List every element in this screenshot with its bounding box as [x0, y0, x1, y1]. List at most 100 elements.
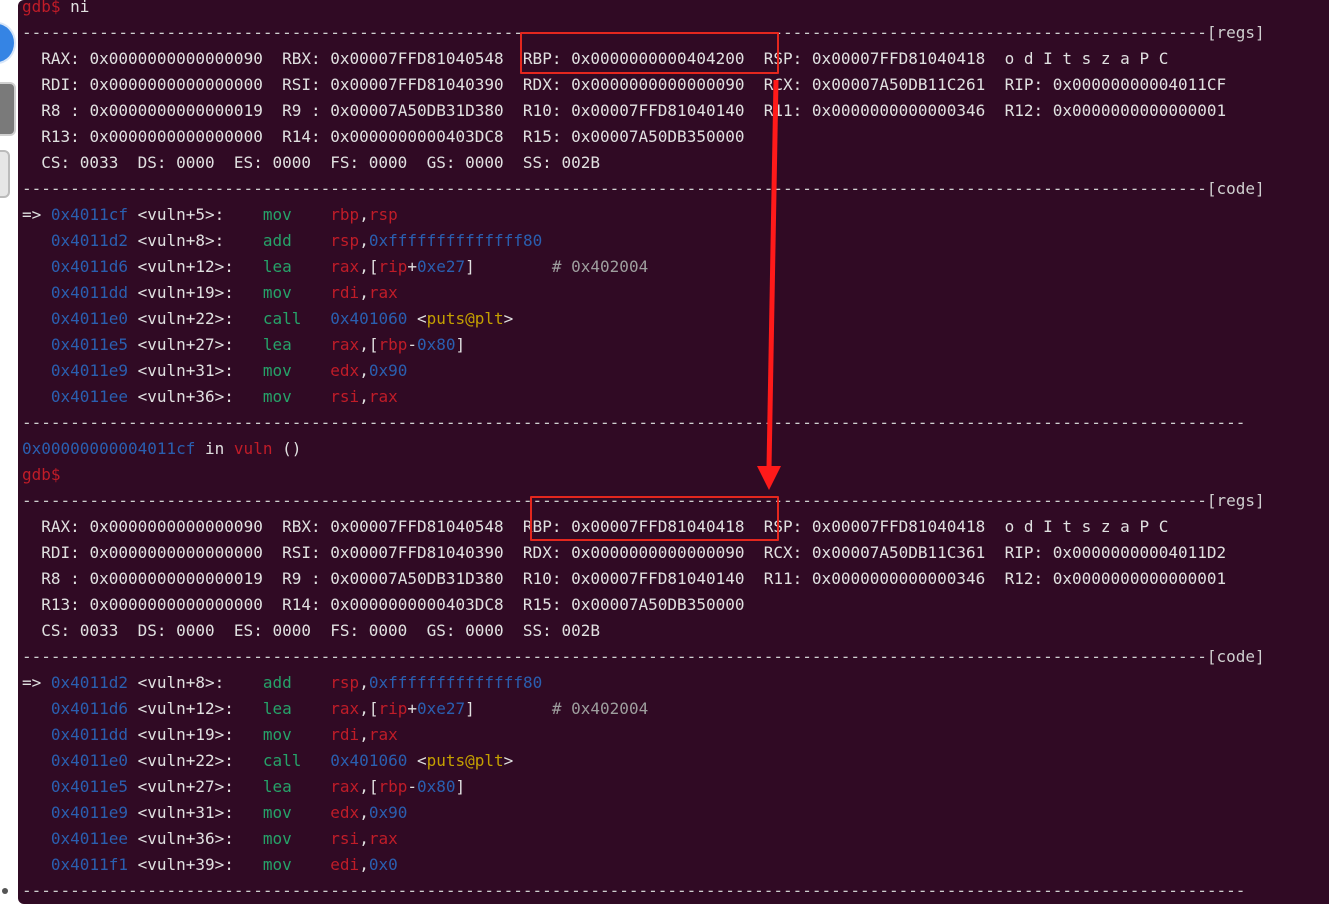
- app-launcher-icon[interactable]: [0, 22, 16, 64]
- register-name: R9 :: [282, 101, 321, 120]
- plain-separator: ----------------------------------------…: [22, 878, 1245, 904]
- register-name: RIP:: [1004, 543, 1044, 562]
- instruction-mnemonic: mov: [262, 361, 292, 380]
- instruction-symbol: <vuln+36>:: [137, 829, 234, 848]
- code-line: 0x4011e0 <vuln+22>: call 0x401060 <puts@…: [22, 306, 513, 332]
- instruction-operand: rax: [368, 829, 398, 848]
- code-line: 0x4011d2 <vuln+8>: add rsp,0xfffffffffff…: [22, 228, 542, 254]
- dock-app-icon[interactable]: [0, 150, 10, 198]
- instruction-address: 0x4011f1: [50, 855, 128, 874]
- register-value: 0x00007FFD81040140: [571, 101, 745, 120]
- register-name: RDX:: [522, 75, 562, 94]
- command-text: ni: [70, 0, 90, 16]
- current-instruction-marker: [22, 751, 41, 770]
- instruction-symbol: <vuln+36>:: [137, 387, 234, 406]
- app-dock: [0, 0, 18, 904]
- instruction-operand: rsp: [330, 231, 360, 250]
- instruction-operand: ,: [359, 361, 369, 380]
- separator-line: ----------------------------------------…: [22, 179, 1265, 198]
- rbp-highlight-before: [520, 32, 779, 74]
- register-row: R8 : 0x0000000000000019 R9 : 0x00007A50D…: [22, 566, 1226, 592]
- register-value: 0x00007A50DB350000: [571, 127, 745, 146]
- code-line: 0x4011e0 <vuln+22>: call 0x401060 <puts@…: [22, 748, 513, 774]
- instruction-address: 0x4011e9: [50, 803, 128, 822]
- instruction-operand: ,: [359, 725, 369, 744]
- register-name: R15:: [522, 595, 562, 614]
- register-value: 0x0000000000000090: [571, 75, 745, 94]
- separator-line: ----------------------------------------…: [22, 413, 1246, 432]
- instruction-operand: ]: [455, 335, 466, 354]
- register-name: RDX:: [522, 543, 562, 562]
- instruction-operand: rdi: [330, 283, 360, 302]
- register-value: 0x0000000000000090: [571, 543, 745, 562]
- current-instruction-marker: =>: [22, 205, 42, 224]
- instruction-symbol: <vuln+22>:: [137, 309, 234, 328]
- register-value: 0x0000000000000001: [1052, 569, 1227, 588]
- instruction-operand: ,[: [359, 335, 379, 354]
- code-separator: ----------------------------------------…: [22, 644, 1265, 670]
- instruction-symbol: <vuln+31>:: [137, 361, 234, 380]
- location-in: in: [195, 439, 234, 458]
- register-name: R10:: [522, 569, 562, 588]
- current-instruction-marker: [22, 257, 41, 276]
- register-name: RBX:: [282, 517, 321, 536]
- instruction-symbol: <vuln+8>:: [137, 673, 225, 692]
- cpu-flags: o d I t s z a P C: [1004, 49, 1169, 68]
- register-name: RDI:: [41, 75, 80, 94]
- register-value: 0x0000000000000090: [89, 49, 263, 68]
- instruction-mnemonic: mov: [262, 803, 292, 822]
- instruction-address: 0x4011ee: [50, 387, 128, 406]
- instruction-address: 0x4011dd: [50, 725, 128, 744]
- code-line: 0x4011e5 <vuln+27>: lea rax,[rbp-0x80]: [22, 774, 465, 800]
- current-instruction-marker: [22, 231, 41, 250]
- instruction-operand: ]: [455, 777, 466, 796]
- instruction-mnemonic: mov: [262, 829, 292, 848]
- instruction-operand: -: [407, 777, 417, 796]
- instruction-address: 0x4011d6: [50, 257, 128, 276]
- instruction-operand: ,: [359, 673, 369, 692]
- instruction-address: 0x4011e9: [50, 361, 128, 380]
- register-row: RDI: 0x0000000000000000 RSI: 0x00007FFD8…: [22, 72, 1226, 98]
- register-name: RCX:: [763, 75, 803, 94]
- current-instruction-marker: [22, 699, 41, 718]
- instruction-operand: rax: [330, 335, 360, 354]
- instruction-operand: puts@plt: [426, 309, 504, 328]
- register-name: R14:: [282, 127, 321, 146]
- code-line: 0x4011e5 <vuln+27>: lea rax,[rbp-0x80]: [22, 332, 465, 358]
- code-line: 0x4011e9 <vuln+31>: mov edx,0x90: [22, 358, 407, 384]
- location-line: 0x00000000004011cf in vuln (): [22, 436, 301, 462]
- instruction-operand: ,[: [359, 699, 379, 718]
- register-name: R11:: [763, 569, 803, 588]
- instruction-address: 0x4011e5: [50, 335, 128, 354]
- instruction-operand: ,: [359, 205, 369, 224]
- instruction-operand: <: [407, 309, 427, 328]
- instruction-mnemonic: mov: [262, 205, 292, 224]
- instruction-mnemonic: call: [262, 309, 302, 328]
- register-value: 0x0000000000403DC8: [330, 127, 504, 146]
- instruction-operand: rax: [368, 725, 398, 744]
- register-value: 0x00007FFD81040390: [330, 543, 504, 562]
- register-name: R15:: [522, 127, 562, 146]
- instruction-operand: 0x0: [368, 855, 398, 874]
- register-value: 0x00007A50DB31D380: [330, 101, 504, 120]
- register-value: 0x0000000000000000: [89, 595, 263, 614]
- register-value: 0x00000000004011CF: [1052, 75, 1227, 94]
- instruction-symbol: <vuln+22>:: [137, 751, 234, 770]
- instruction-operand: ]: [465, 257, 475, 276]
- register-value: 0x00000000004011D2: [1052, 543, 1227, 562]
- register-value: 0x00007A50DB11C261: [811, 75, 986, 94]
- register-name: R10:: [522, 101, 562, 120]
- register-name: R12:: [1004, 569, 1044, 588]
- current-instruction-marker: [22, 855, 41, 874]
- instruction-mnemonic: add: [262, 231, 292, 250]
- location-address: 0x00000000004011cf: [22, 439, 196, 458]
- instruction-operand: rax: [330, 777, 360, 796]
- register-name: R9 :: [282, 569, 321, 588]
- register-name: R8 :: [41, 101, 80, 120]
- dock-app-icon[interactable]: [0, 82, 16, 136]
- prompt-line: gdb$: [22, 462, 61, 488]
- instruction-symbol: <vuln+19>:: [137, 725, 234, 744]
- register-name: RSI:: [282, 75, 321, 94]
- register-value: 0x00007FFD81040418: [811, 49, 986, 68]
- instruction-symbol: <vuln+31>:: [137, 803, 234, 822]
